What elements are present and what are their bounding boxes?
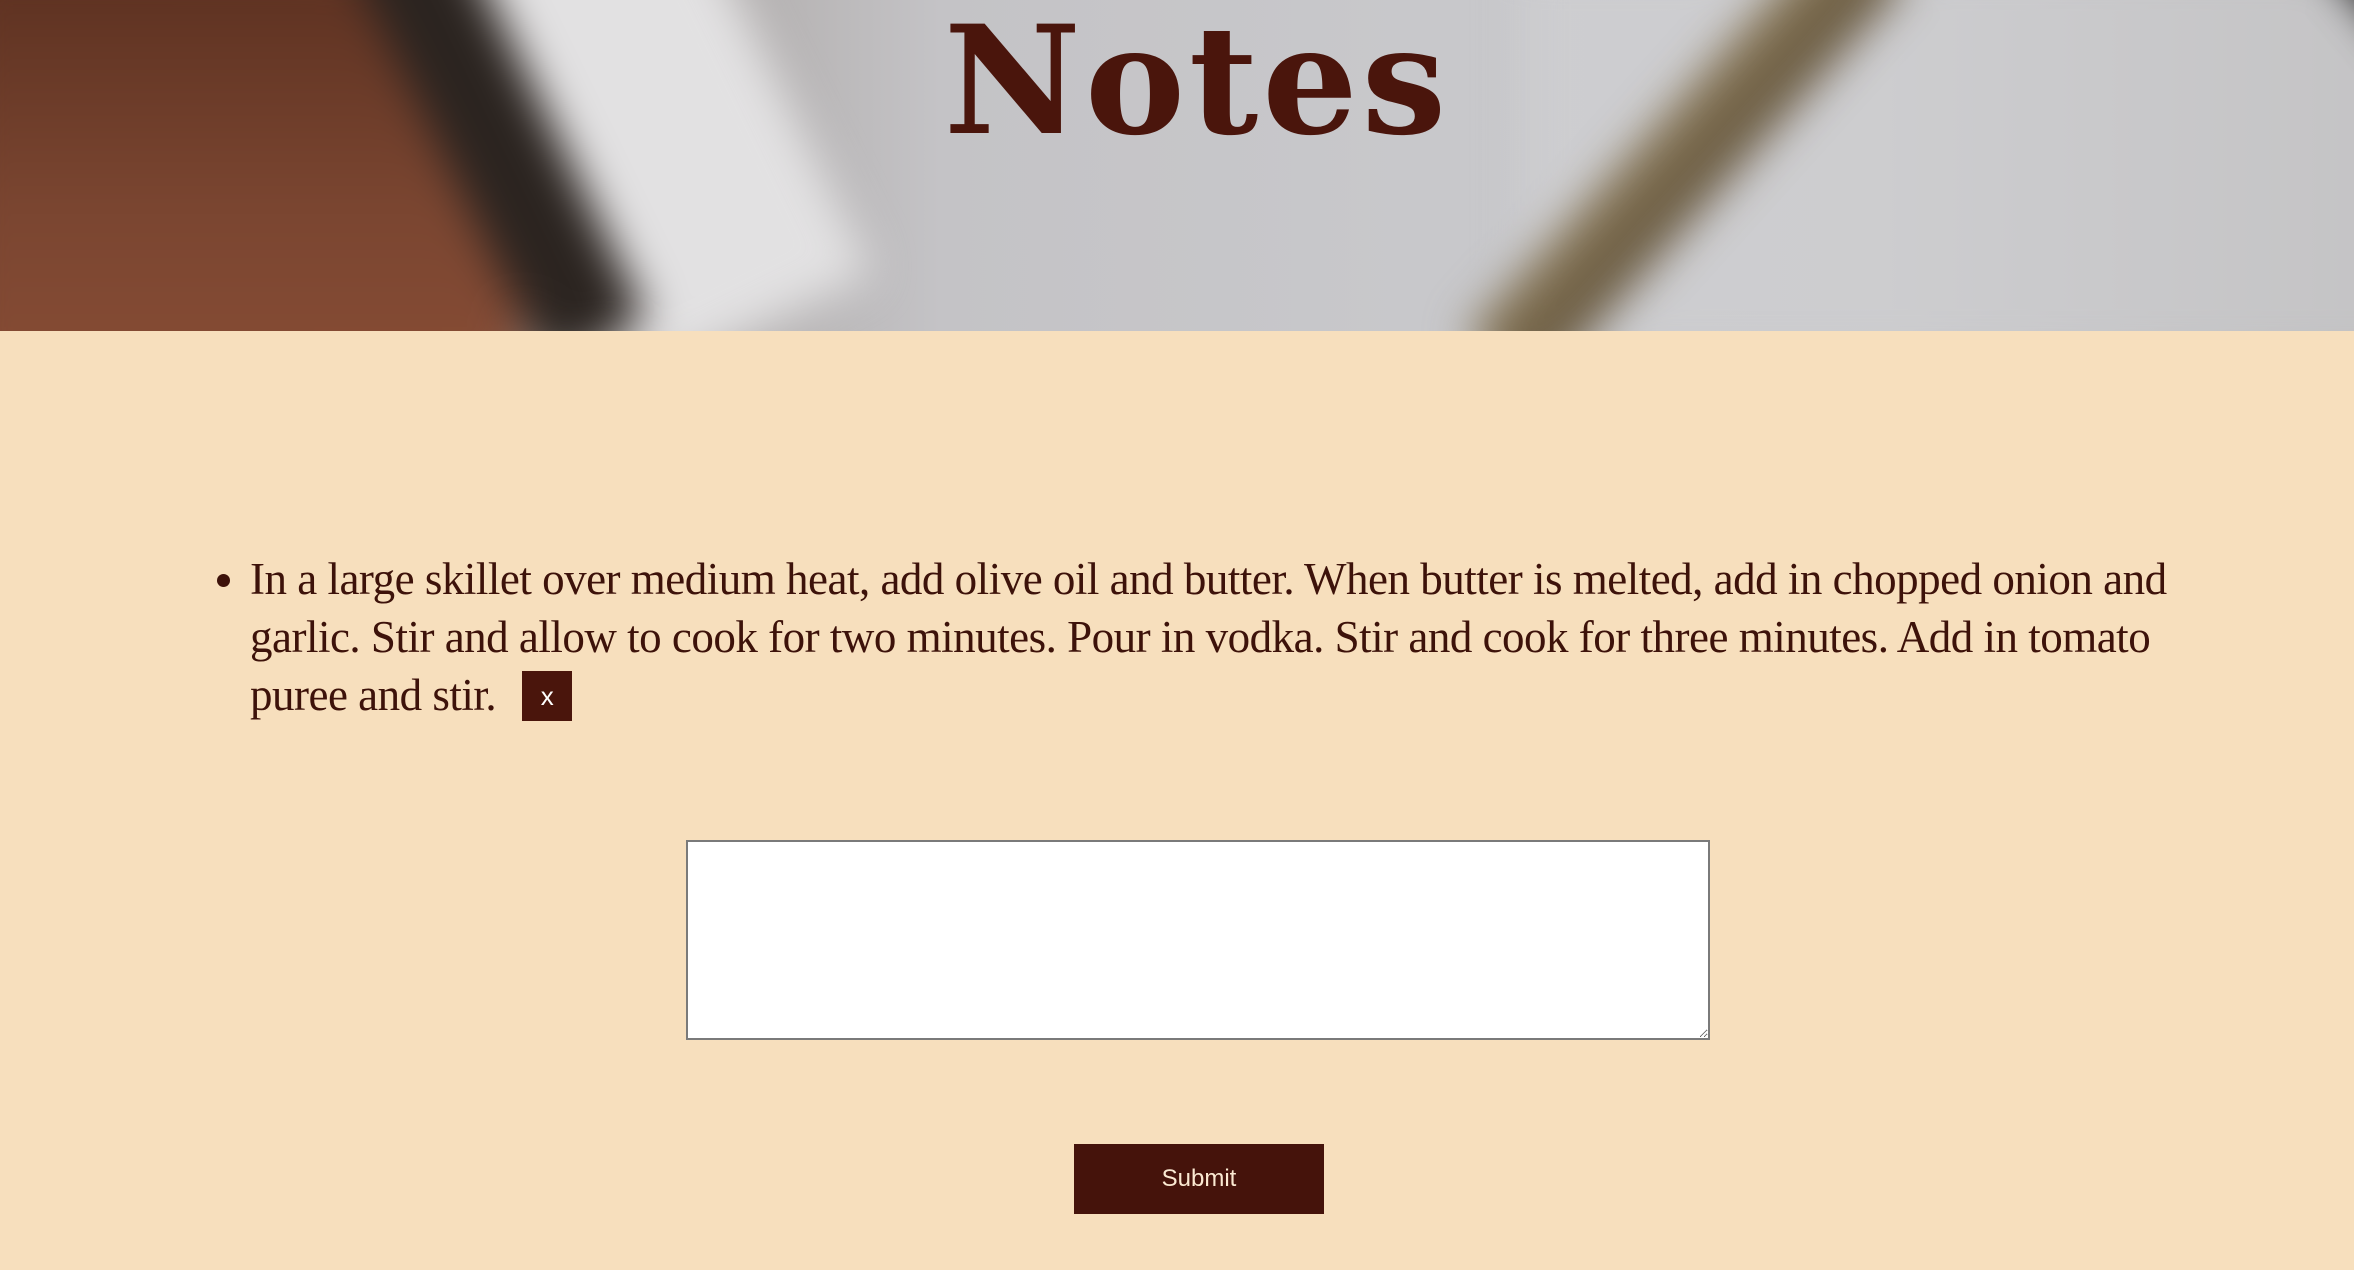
notes-list: In a large skillet over medium heat, add…	[200, 550, 2190, 725]
submit-button[interactable]: Submit	[1074, 1144, 1324, 1214]
delete-note-button[interactable]: x	[522, 670, 573, 721]
list-item: In a large skillet over medium heat, add…	[250, 550, 2190, 725]
page-title: Notes	[943, 0, 1451, 169]
note-input[interactable]	[686, 840, 1710, 1040]
hero-banner: Notes	[0, 0, 2354, 331]
